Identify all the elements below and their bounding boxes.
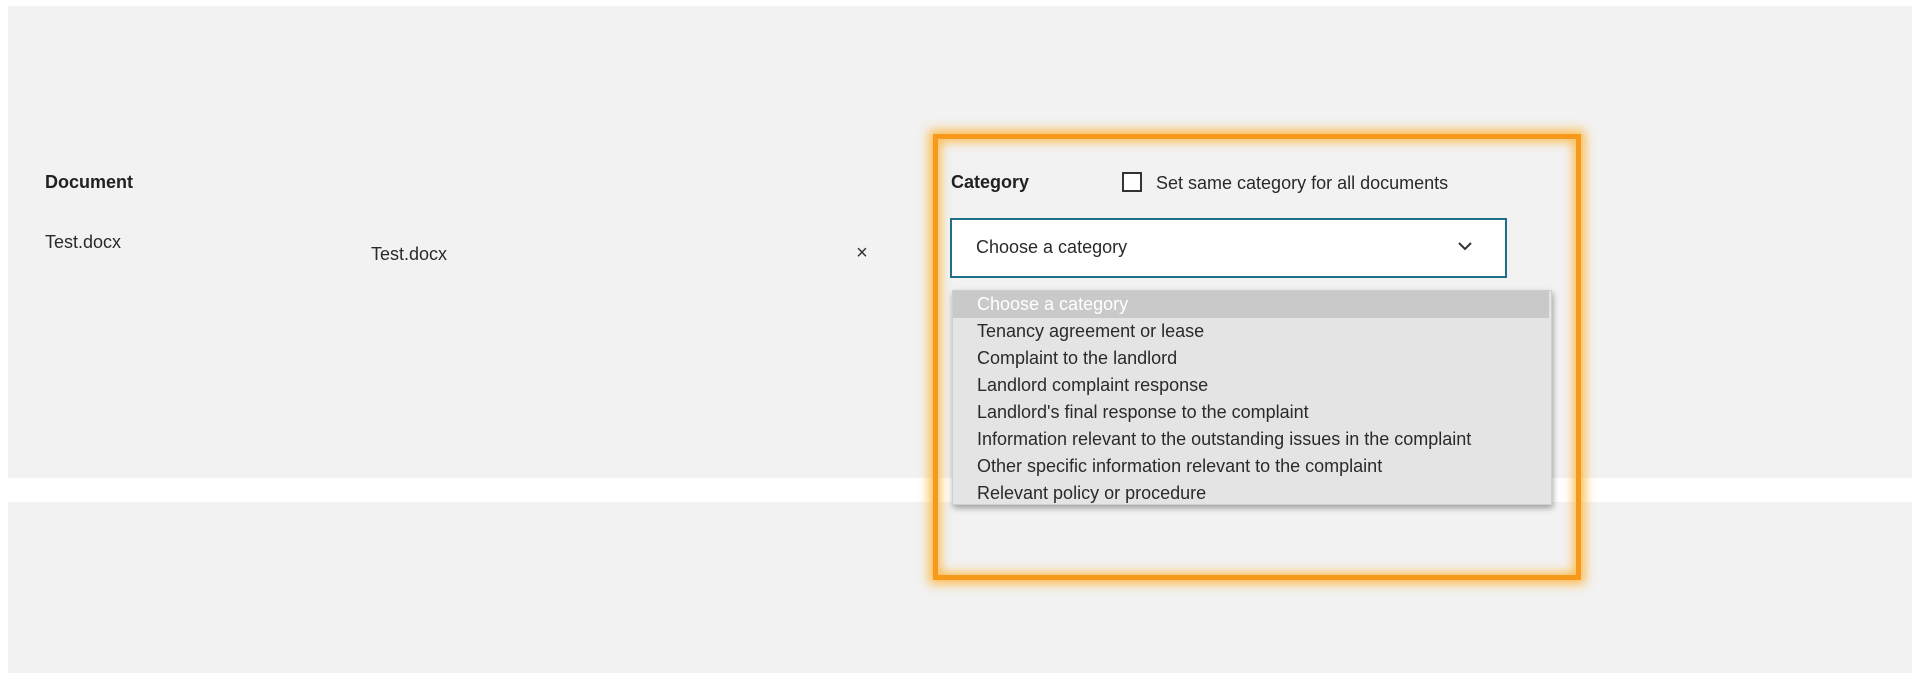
category-label: Category: [951, 172, 1030, 192]
category-option[interactable]: Complaint to the landlord: [953, 345, 1551, 372]
category-select[interactable]: Choose a category: [950, 218, 1507, 278]
document-column-header: Document: [45, 172, 134, 192]
document-file-name: Test.docx: [371, 244, 448, 264]
category-dropdown-list: Choose a category Tenancy agreement or l…: [952, 290, 1552, 505]
same-category-label[interactable]: Set same category for all documents: [1156, 173, 1448, 194]
category-select-value: Choose a category: [976, 237, 1128, 257]
category-option[interactable]: Landlord complaint response: [953, 372, 1551, 399]
remove-document-button[interactable]: ×: [852, 242, 872, 264]
category-option[interactable]: Choose a category: [953, 291, 1549, 318]
category-option[interactable]: Landlord's final response to the complai…: [953, 399, 1551, 426]
same-category-checkbox[interactable]: [1122, 172, 1142, 192]
lower-panel: [8, 502, 1912, 673]
chevron-down-icon: [1458, 242, 1472, 251]
document-file-label: Test.docx: [45, 232, 122, 252]
category-option[interactable]: Tenancy agreement or lease: [953, 318, 1551, 345]
category-option[interactable]: Relevant policy or procedure: [953, 480, 1551, 504]
category-option[interactable]: Other specific information relevant to t…: [953, 453, 1551, 480]
category-option[interactable]: Information relevant to the outstanding …: [953, 426, 1551, 453]
